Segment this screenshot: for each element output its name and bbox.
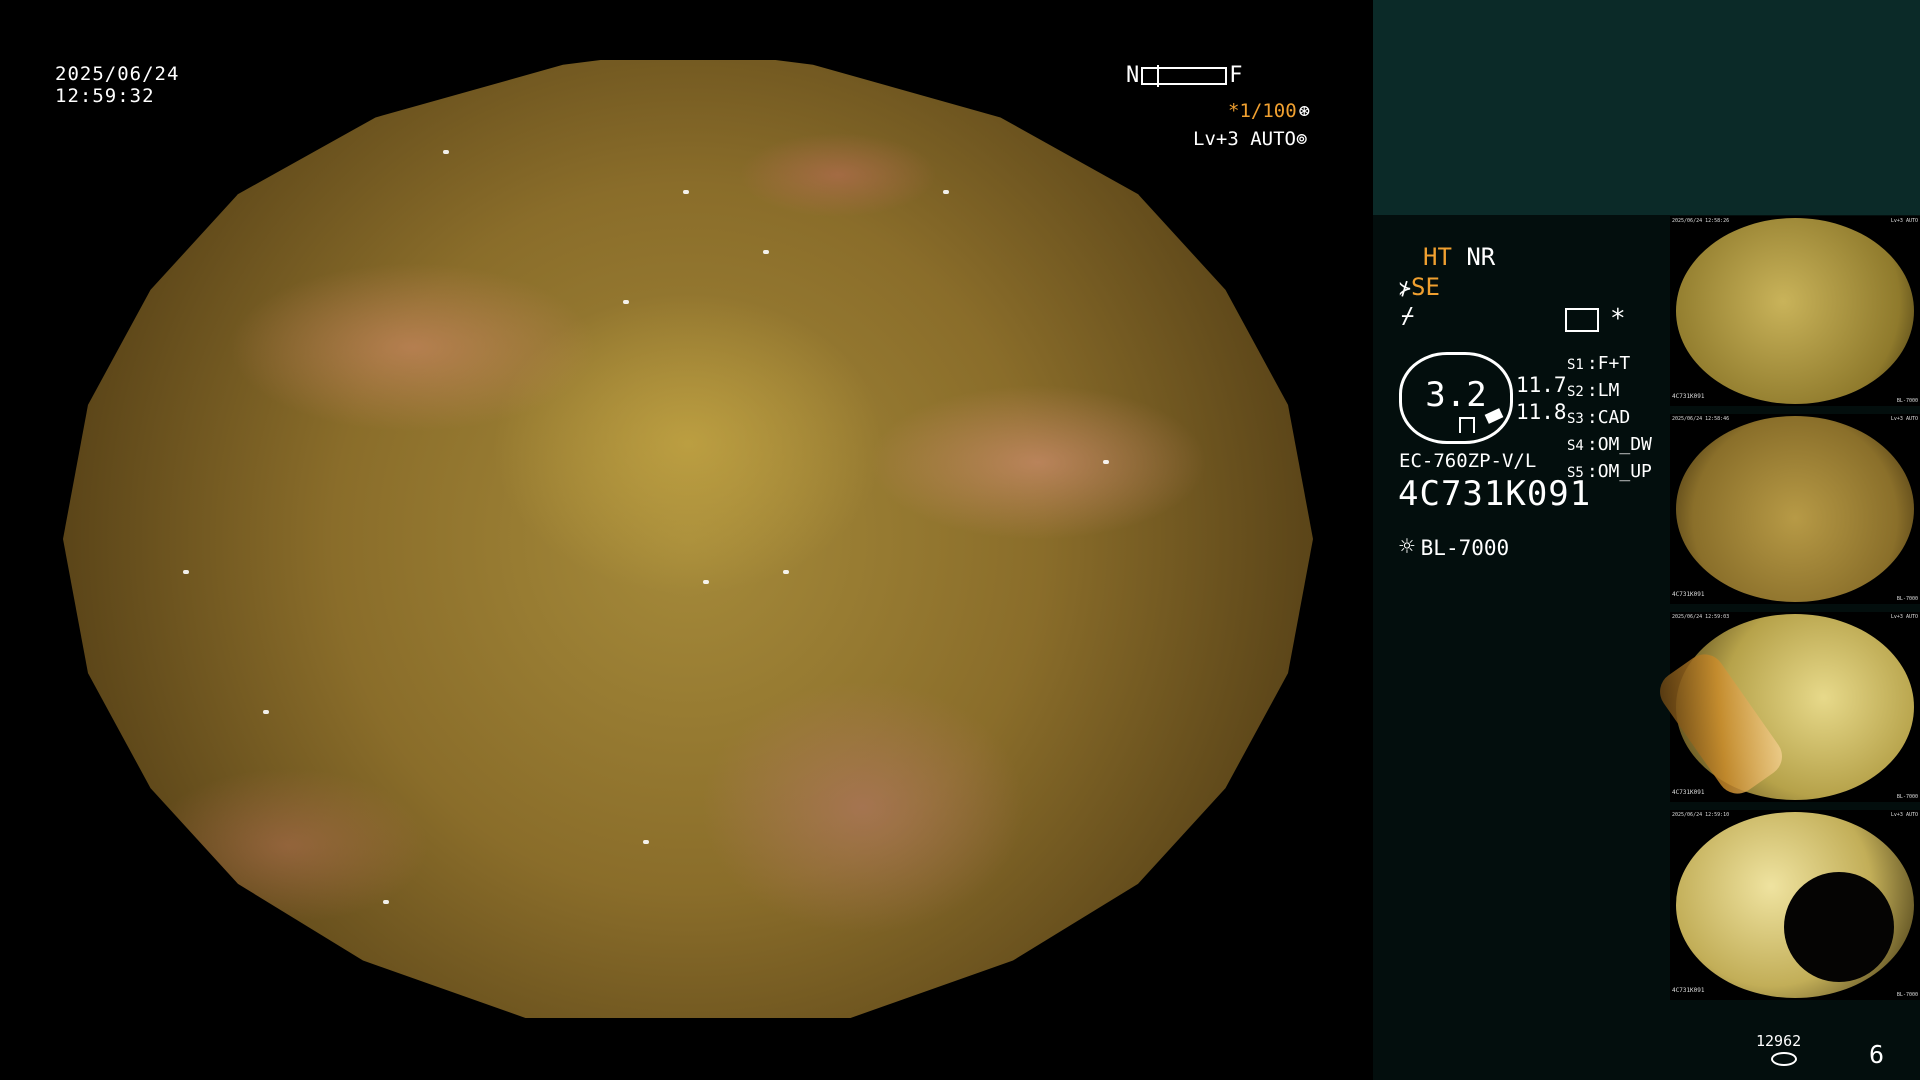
storage-count: 12962 bbox=[1756, 1032, 1802, 1050]
sidebar-header-area bbox=[1373, 0, 1920, 215]
thumbnail-image bbox=[1676, 416, 1914, 602]
slot-item: S1:F+T bbox=[1567, 353, 1631, 374]
specular-highlight bbox=[263, 710, 269, 714]
thumbnail[interactable]: 2025/06/24 12:59:03 Lv+3 AUTO 4C731K091 BL… bbox=[1652, 612, 1920, 802]
light-level-label: Lv+3 AUTO bbox=[1193, 128, 1296, 150]
scope-serial: 4C731K091 bbox=[1398, 474, 1592, 514]
specular-highlight bbox=[643, 840, 649, 844]
specular-highlight bbox=[383, 900, 389, 904]
image-mode-line: HT NR bbox=[1423, 243, 1495, 271]
zoom-reading-2: 11.8 bbox=[1516, 400, 1567, 424]
endoscope-view-panel: 2025/06/24 12:59:32 N F *1/100 ⊛ Lv+3 AUT… bbox=[0, 0, 1373, 1080]
page-number: 6 bbox=[1869, 1040, 1885, 1069]
timestamp: 2025/06/24 12:59:32 bbox=[55, 63, 179, 107]
focus-indicator: N F bbox=[1126, 63, 1243, 88]
light-level: Lv+3 AUTO⊚ bbox=[1193, 128, 1307, 150]
thumbnail-image bbox=[1652, 614, 1914, 802]
scope-model: EC-760ZP-V/L bbox=[1399, 450, 1537, 472]
enhance-icon: ⊁ bbox=[1399, 276, 1412, 300]
light-source-label: BL-7000 bbox=[1420, 536, 1510, 560]
specular-highlight bbox=[443, 150, 449, 154]
specular-highlight bbox=[783, 570, 789, 574]
specular-highlight bbox=[183, 570, 189, 574]
slot-item: S5:OM_UP bbox=[1567, 461, 1652, 482]
star-indicator: * bbox=[1610, 304, 1626, 334]
nr-mode: NR bbox=[1466, 243, 1496, 271]
focus-far-label: F bbox=[1229, 63, 1243, 88]
zoom-value: 3.2 bbox=[1425, 375, 1487, 415]
info-sidebar: HT NR ⊁SE ⌿ 3.2 11.7 11.8 EC-760ZP-V/L 4… bbox=[1373, 0, 1920, 1080]
specular-highlight bbox=[703, 580, 709, 584]
shutter-icon: ⊛ bbox=[1298, 100, 1311, 122]
zoom-indicator: 3.2 bbox=[1399, 352, 1513, 444]
shutter-value: *1/100 bbox=[1228, 100, 1297, 122]
iris-icon: ⊚ bbox=[1295, 128, 1308, 150]
shutter-speed: *1/100 ⊛ bbox=[1228, 100, 1310, 122]
focus-bar bbox=[1141, 64, 1228, 87]
focus-near-label: N bbox=[1126, 63, 1140, 88]
slot-item: S4:OM_DW bbox=[1567, 434, 1652, 455]
structure-enhance: ⊁SE bbox=[1399, 273, 1440, 301]
specular-highlight bbox=[1103, 460, 1109, 464]
thumbnail-image bbox=[1676, 812, 1914, 998]
specular-highlight bbox=[683, 190, 689, 194]
timestamp-time: 12:59:32 bbox=[55, 85, 155, 107]
specular-highlight bbox=[763, 250, 769, 254]
endoscopic-image bbox=[63, 60, 1313, 1018]
thumbnail-strip: 2025/06/24 12:58:26 Lv+3 AUTO 4C731K091 BL… bbox=[1652, 216, 1920, 1008]
slot-item: S2:LM bbox=[1567, 380, 1620, 401]
zoom-reading-1: 11.7 bbox=[1516, 373, 1567, 397]
thumbnail[interactable]: 2025/06/24 12:59:10 Lv+3 AUTO 4C731K091 BL… bbox=[1670, 810, 1920, 1000]
thumbnail[interactable]: 2025/06/24 12:58:46 Lv+3 AUTO 4C731K091 BL… bbox=[1670, 414, 1920, 604]
grid-icon bbox=[1565, 308, 1599, 332]
thumbnail[interactable]: 2025/06/24 12:58:26 Lv+3 AUTO 4C731K091 BL… bbox=[1670, 216, 1920, 406]
light-source: ☼ BL-7000 bbox=[1399, 532, 1509, 562]
se-mode: SE bbox=[1411, 273, 1440, 301]
light-bulb-icon: ☼ bbox=[1399, 532, 1415, 562]
timestamp-date: 2025/06/24 bbox=[55, 63, 180, 85]
storage-disk-icon bbox=[1771, 1052, 1797, 1066]
switch-slots: S1:F+T S2:LM S3:CAD S4:OM_DW S5:OM_UP bbox=[1567, 351, 1652, 486]
slot-item: S3:CAD bbox=[1567, 407, 1631, 428]
zoom-marker bbox=[1459, 417, 1475, 433]
ht-mode: HT bbox=[1423, 243, 1452, 271]
slash-mode-icon: ⌿ bbox=[1401, 304, 1415, 329]
specular-highlight bbox=[623, 300, 629, 304]
thumbnail-image bbox=[1676, 218, 1914, 404]
specular-highlight bbox=[943, 190, 949, 194]
